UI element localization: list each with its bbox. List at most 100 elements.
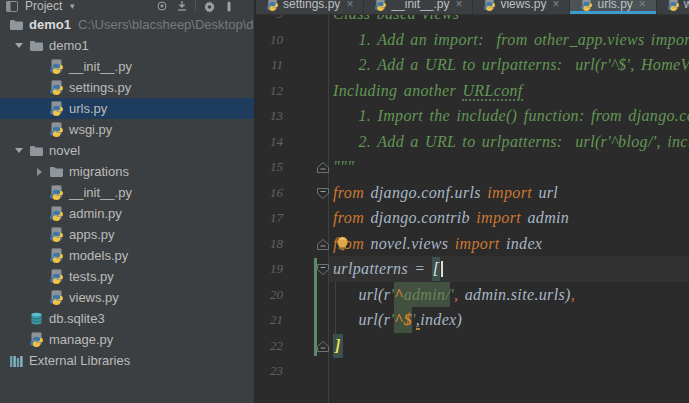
fold-end-icon[interactable] <box>316 160 330 173</box>
intention-bulb-icon[interactable] <box>335 235 350 252</box>
code-line-13[interactable]: 13 1. Import the include() function: fro… <box>256 103 689 129</box>
python-icon <box>48 59 64 75</box>
tree-item-settings-py[interactable]: settings.py <box>0 77 254 98</box>
python-file-icon <box>483 0 496 11</box>
line-number: 11 <box>256 52 283 78</box>
tree-item-label: novel <box>49 143 80 158</box>
folder-icon <box>8 17 24 33</box>
scroll-from-source-icon[interactable] <box>175 0 189 12</box>
tab--init-py[interactable]: __init__.py × <box>364 0 473 14</box>
code-text: 2. Add a URL to urlpatterns: url(r'^$', … <box>333 52 689 78</box>
tree-item-db-sqlite3[interactable]: db.sqlite3 <box>0 308 254 329</box>
code-line-17[interactable]: 17 from django.contrib import admin <box>256 205 689 231</box>
tree-item-apps-py[interactable]: apps.py <box>0 224 254 245</box>
code-text: url(r'^admin/', admin.site.urls), <box>333 282 689 308</box>
tree-item-manage-py[interactable]: manage.py <box>0 329 254 350</box>
close-icon[interactable]: × <box>455 0 462 11</box>
code-line-20[interactable]: 20 url(r'^admin/', admin.site.urls), <box>256 282 689 308</box>
tree-item-label: __init__.py <box>69 185 132 200</box>
fold-start-icon[interactable] <box>316 186 330 199</box>
tree-item-external-libraries[interactable]: External Libraries <box>0 350 254 371</box>
code-text: 1. Import the include() function: from d… <box>333 103 689 129</box>
python-file-icon <box>374 0 387 11</box>
project-panel-header: Project ▼ <box>0 0 254 14</box>
line-number: 12 <box>256 78 283 104</box>
code-line-21[interactable]: 21 url(r'^$',index) <box>256 307 689 333</box>
line-number: 14 <box>256 129 283 155</box>
python-icon <box>48 206 64 222</box>
editor-area[interactable]: 9Class based views10 1. Add an import: f… <box>256 0 689 403</box>
tree-item-label: __init__.py <box>69 59 132 74</box>
tool-window-anchor-icon[interactable] <box>5 0 19 12</box>
text-cursor <box>441 261 443 277</box>
line-number: 10 <box>256 27 283 53</box>
folder-icon <box>48 164 64 180</box>
header-divider <box>195 1 196 11</box>
fold-end-icon[interactable] <box>316 339 330 352</box>
line-number: 17 <box>256 205 283 231</box>
tree-item-label: settings.py <box>69 80 131 95</box>
tab-label: __init__.py <box>391 0 449 11</box>
project-panel-title[interactable]: Project <box>25 0 62 13</box>
python-icon <box>48 80 64 96</box>
tree-item-label: views.py <box>69 290 119 305</box>
line-number: 19 <box>256 256 283 282</box>
code-text: ] <box>333 333 689 359</box>
close-icon[interactable]: × <box>552 0 559 11</box>
tree-item-label: demo1 <box>49 38 89 53</box>
tab-label: urls.py <box>597 0 632 11</box>
code-text: Including another URLconf <box>333 78 689 104</box>
tab-views-py[interactable]: views.py× <box>473 0 570 14</box>
tree-item-tests-py[interactable]: tests.py <box>0 266 254 287</box>
code-text: 1. Add an import: from other_app.views i… <box>333 27 689 53</box>
code-line-14[interactable]: 14 2. Add a URL to urlpatterns: url(r'^b… <box>256 129 689 155</box>
expanded-arrow-icon[interactable] <box>10 148 28 153</box>
tree-item-models-py[interactable]: models.py <box>0 245 254 266</box>
python-icon <box>48 290 64 306</box>
tab-settings-py[interactable]: settings.py× <box>256 0 364 14</box>
locate-icon[interactable] <box>155 0 169 12</box>
tree-item-demo1[interactable]: demo1 <box>0 35 254 56</box>
tab-urls-py[interactable]: urls.py × <box>570 0 656 14</box>
tree-item-migrations[interactable]: migrations <box>0 161 254 182</box>
line-number: 21 <box>256 307 283 333</box>
close-icon[interactable]: × <box>639 0 646 11</box>
python-icon <box>28 332 44 348</box>
tab-wsgi-py[interactable]: wsgi.py× <box>657 0 689 14</box>
gear-icon[interactable] <box>202 0 216 12</box>
code-text: from django.contrib import admin <box>333 205 689 231</box>
tree-item-wsgi-py[interactable]: wsgi.py <box>0 119 254 140</box>
collapsed-arrow-icon[interactable] <box>30 168 48 176</box>
fold-start-icon[interactable] <box>316 262 330 275</box>
tree-item-label: demo1 <box>29 17 71 32</box>
tree-item-urls-py[interactable]: urls.py <box>0 98 254 119</box>
project-tree: demo1C:\Users\blacsheep\Desktop\demo1dem… <box>0 14 254 371</box>
code-line-23[interactable]: 23 <box>256 358 689 384</box>
tree-item-label: models.py <box>69 248 128 263</box>
tree-item--init-py[interactable]: __init__.py <box>0 182 254 203</box>
project-path: C:\Users\blacsheep\Desktop\demo1 <box>78 17 254 32</box>
close-icon[interactable]: × <box>346 0 353 11</box>
tree-item-views-py[interactable]: views.py <box>0 287 254 308</box>
code-text: 2. Add a URL to urlpatterns: url(r'^blog… <box>333 129 689 155</box>
expanded-arrow-icon[interactable] <box>10 43 28 48</box>
tree-item-novel[interactable]: novel <box>0 140 254 161</box>
tab-label: wsgi.py <box>684 0 689 11</box>
chevron-down-icon[interactable]: ▼ <box>68 2 76 11</box>
tree-item--init-py[interactable]: __init__.py <box>0 56 254 77</box>
code-line-10[interactable]: 10 1. Add an import: from other_app.view… <box>256 27 689 53</box>
tree-item-label: apps.py <box>69 227 115 242</box>
tree-item-admin-py[interactable]: admin.py <box>0 203 254 224</box>
tree-item-label: manage.py <box>49 332 113 347</box>
code-text: from novel.views import index <box>333 231 689 257</box>
fold-end-icon[interactable] <box>316 237 330 250</box>
tree-item-label: External Libraries <box>29 353 130 368</box>
code-line-11[interactable]: 11 2. Add a URL to urlpatterns: url(r'^$… <box>256 52 689 78</box>
code-line-12[interactable]: 12 Including another URLconf <box>256 78 689 104</box>
tree-item-label: urls.py <box>69 101 107 116</box>
line-number: 13 <box>256 103 283 129</box>
editor-tabs: settings.py×__init__.py×views.py×urls.py… <box>256 0 689 15</box>
hide-panel-icon[interactable] <box>222 0 236 12</box>
tree-item-label: admin.py <box>69 206 122 221</box>
tree-item-demo1[interactable]: demo1 C:\Users\blacsheep\Desktop\demo1 <box>0 14 254 35</box>
